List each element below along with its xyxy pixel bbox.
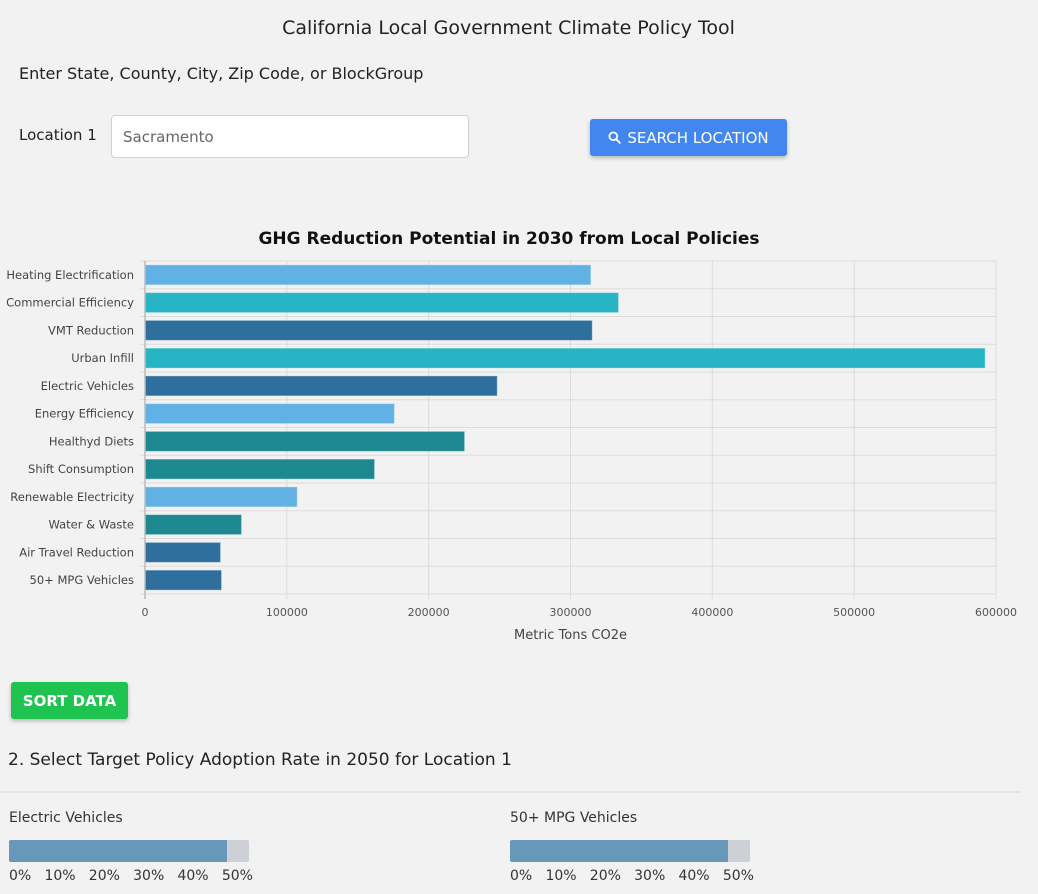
- adoption-slider-fill[interactable]: [510, 840, 729, 862]
- bar: [145, 320, 593, 341]
- slider-electric-vehicles: Electric Vehicles 0% 10% 20% 30% 40% 50%: [9, 810, 259, 884]
- tick-label: 30%: [133, 868, 165, 884]
- bar: [145, 375, 498, 396]
- slider-label: 50+ MPG Vehicles: [510, 810, 638, 826]
- category-label: Healthyd Diets: [49, 434, 134, 448]
- x-tick-label: 600000: [975, 606, 1017, 619]
- chart-title: GHG Reduction Potential in 2030 from Loc…: [258, 229, 759, 249]
- slider-tick-labels: 0% 10% 20% 30% 40% 50%: [9, 868, 253, 884]
- category-label: Renewable Electricity: [10, 490, 134, 504]
- tick-label: 40%: [177, 868, 209, 884]
- tick-label: 50%: [722, 868, 754, 884]
- category-label: Electric Vehicles: [41, 379, 134, 393]
- bar: [145, 431, 465, 452]
- tick-label: 20%: [589, 868, 621, 884]
- bar: [145, 542, 221, 563]
- x-tick-label: 500000: [833, 606, 875, 619]
- location-prompt: Enter State, County, City, Zip Code, or …: [19, 64, 424, 83]
- search-location-button[interactable]: SEARCH LOCATION: [590, 119, 787, 156]
- tick-label: 40%: [678, 868, 710, 884]
- slider-tick-labels: 0% 10% 20% 30% 40% 50%: [510, 868, 754, 884]
- x-tick-label: 300000: [550, 606, 592, 619]
- tick-label: 0%: [510, 868, 533, 884]
- tick-label: 10%: [44, 868, 76, 884]
- app-title: California Local Government Climate Poli…: [282, 17, 735, 39]
- category-label: Commercial Efficiency: [6, 296, 134, 310]
- search-icon: [608, 131, 622, 144]
- bar: [145, 348, 986, 369]
- category-label: VMT Reduction: [48, 323, 134, 337]
- bar: [145, 292, 619, 313]
- category-label: Urban Infill: [71, 351, 134, 365]
- tick-label: 50%: [221, 868, 253, 884]
- category-label: Energy Efficiency: [35, 407, 135, 421]
- tick-label: 30%: [634, 868, 666, 884]
- tick-label: 0%: [9, 868, 32, 884]
- x-tick-label: 100000: [266, 606, 308, 619]
- bar: [145, 403, 395, 424]
- tick-label: 10%: [545, 868, 577, 884]
- category-label: Water & Waste: [48, 518, 134, 532]
- bar: [145, 514, 242, 535]
- category-label: Air Travel Reduction: [19, 545, 134, 559]
- ghg-reduction-chart: GHG Reduction Potential in 2030 from Loc…: [6, 229, 1017, 643]
- bar: [145, 570, 222, 591]
- bar: [145, 264, 591, 285]
- x-axis-label: Metric Tons CO2e: [514, 628, 627, 643]
- category-label: 50+ MPG Vehicles: [30, 573, 134, 587]
- location-1-label: Location 1: [19, 126, 97, 144]
- section-divider: [0, 791, 1020, 793]
- x-tick-label: 400000: [691, 606, 733, 619]
- x-tick-label: 200000: [408, 606, 450, 619]
- bar: [145, 486, 298, 507]
- sort-data-button[interactable]: SORT DATA: [11, 682, 128, 719]
- search-location-label: SEARCH LOCATION: [627, 128, 769, 147]
- bar: [145, 459, 375, 480]
- slider-50-mpg-vehicles: 50+ MPG Vehicles 0% 10% 20% 30% 40% 50%: [510, 810, 760, 884]
- location-1-input[interactable]: [111, 115, 469, 158]
- slider-label: Electric Vehicles: [9, 810, 123, 826]
- adoption-section-title: 2. Select Target Policy Adoption Rate in…: [8, 750, 512, 770]
- category-label: Shift Consumption: [28, 462, 134, 476]
- category-label: Heating Electrification: [6, 268, 134, 282]
- tick-label: 20%: [88, 868, 120, 884]
- adoption-slider-fill[interactable]: [9, 840, 228, 862]
- adoption-slider-track[interactable]: [9, 840, 249, 862]
- adoption-slider-track[interactable]: [510, 840, 750, 862]
- x-tick-label: 0: [142, 606, 149, 619]
